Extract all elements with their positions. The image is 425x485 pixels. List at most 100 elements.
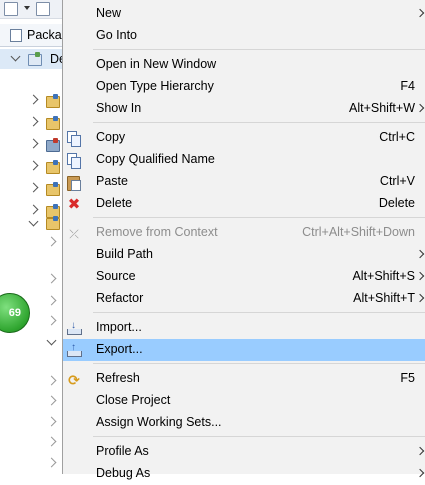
- chevron-down-icon[interactable]: [28, 216, 39, 227]
- menu-item-label: Profile As: [96, 444, 149, 458]
- chevron-right-icon[interactable]: [28, 160, 39, 171]
- dropdown-arrow-icon[interactable]: [24, 6, 30, 10]
- tree-row[interactable]: [0, 372, 66, 392]
- menu-separator: [93, 312, 425, 313]
- menu-item-remove-from-context: ⤫ Remove from Context Ctrl+Alt+Shift+Dow…: [63, 222, 425, 244]
- tree-row-selected[interactable]: De: [0, 49, 66, 69]
- library-icon: [46, 138, 60, 152]
- menu-item-show-in[interactable]: Show In Alt+Shift+W: [63, 98, 425, 120]
- remove-from-context-icon: ⤫: [69, 227, 79, 241]
- new-file-icon[interactable]: [4, 2, 18, 16]
- menu-item-label: Copy: [96, 130, 126, 144]
- tree-row[interactable]: [0, 332, 66, 352]
- menu-item-label: Close Project: [96, 393, 171, 407]
- tree-row[interactable]: [0, 213, 66, 233]
- menu-separator: [93, 49, 425, 50]
- menu-item-label: Refresh: [96, 371, 140, 385]
- submenu-arrow-icon: [415, 446, 425, 456]
- menu-item-copy-qualified-name[interactable]: Copy Qualified Name: [63, 149, 425, 171]
- chevron-right-icon[interactable]: [28, 138, 39, 149]
- submenu-arrow-icon: [415, 8, 425, 18]
- menu-item-shortcut: Ctrl+C: [379, 130, 415, 144]
- menu-item-label: Assign Working Sets...: [96, 415, 222, 429]
- chevron-right-icon[interactable]: [46, 273, 57, 284]
- chevron-right-icon[interactable]: [46, 416, 57, 427]
- menu-item-refresh[interactable]: ⟳ Refresh F5: [63, 368, 425, 390]
- tree-row[interactable]: [0, 233, 66, 253]
- menu-item-shortcut: Alt+Shift+W: [349, 101, 415, 115]
- tree-row[interactable]: [0, 392, 66, 412]
- package-explorer: Packa De 69: [0, 0, 66, 474]
- chevron-right-icon[interactable]: [46, 375, 57, 386]
- chevron-right-icon[interactable]: [46, 457, 57, 468]
- tree-row[interactable]: [0, 157, 66, 177]
- menu-item-shortcut: Ctrl+Alt+Shift+Down: [302, 225, 415, 239]
- menu-item-open-in-new-window[interactable]: Open in New Window: [63, 54, 425, 76]
- menu-item-assign-working-sets[interactable]: Assign Working Sets...: [63, 412, 425, 434]
- submenu-arrow-icon: [415, 103, 425, 113]
- menu-item-import[interactable]: ↓ Import...: [63, 317, 425, 339]
- menu-item-shortcut: Delete: [378, 196, 415, 210]
- menu-item-label: Go Into: [96, 28, 137, 42]
- chevron-right-icon[interactable]: [46, 295, 57, 306]
- menu-item-paste[interactable]: Paste Ctrl+V: [63, 171, 425, 193]
- menu-item-shortcut: F4: [400, 79, 415, 93]
- menu-item-label: Delete: [96, 196, 133, 210]
- paste-icon: [66, 175, 82, 191]
- tree-row[interactable]: [0, 135, 66, 155]
- delete-icon: ✖: [67, 196, 81, 213]
- package-icon: [46, 160, 60, 174]
- tree-row[interactable]: [0, 433, 66, 453]
- menu-item-debug-as[interactable]: Debug As: [63, 463, 425, 485]
- package-icon: [46, 216, 60, 230]
- submenu-arrow-icon: [415, 293, 425, 303]
- menu-item-build-path[interactable]: Build Path: [63, 244, 425, 266]
- menu-item-profile-as[interactable]: Profile As: [63, 441, 425, 463]
- menu-item-label: Source: [96, 269, 136, 283]
- tab-package-explorer[interactable]: Packa: [0, 24, 66, 47]
- tree-row[interactable]: [0, 454, 66, 474]
- menu-item-label: Export...: [96, 342, 143, 356]
- tab-label: Packa: [27, 28, 62, 42]
- menu-item-label: Refactor: [96, 291, 144, 305]
- chevron-right-icon[interactable]: [28, 116, 39, 127]
- menu-item-label: Open in New Window: [96, 57, 217, 71]
- menu-item-shortcut: Ctrl+V: [379, 174, 415, 188]
- refresh-icon: ⟳: [68, 372, 80, 388]
- copy-qualified-name-icon: [66, 153, 82, 169]
- tree-row[interactable]: [0, 413, 66, 433]
- menu-item-open-type-hierarchy[interactable]: Open Type Hierarchy F4: [63, 76, 425, 98]
- package-icon: [46, 182, 60, 196]
- tree-row[interactable]: [0, 179, 66, 199]
- tree-row[interactable]: [0, 91, 66, 111]
- chevron-down-icon[interactable]: [10, 51, 21, 62]
- menu-item-go-into[interactable]: Go Into: [63, 25, 425, 47]
- chevron-down-icon[interactable]: [46, 335, 57, 346]
- chevron-right-icon[interactable]: [28, 182, 39, 193]
- explorer-toolbar: [0, 0, 66, 19]
- tree-row[interactable]: [0, 113, 66, 133]
- menu-item-refactor[interactable]: Refactor Alt+Shift+T: [63, 288, 425, 310]
- menu-item-label: Debug As: [96, 466, 151, 480]
- chevron-right-icon[interactable]: [46, 315, 57, 326]
- menu-item-source[interactable]: Source Alt+Shift+S: [63, 266, 425, 288]
- menu-item-export[interactable]: ↑ Export...: [63, 339, 425, 361]
- menu-item-label: New: [96, 6, 122, 20]
- menu-item-copy[interactable]: Copy Ctrl+C: [63, 127, 425, 149]
- chevron-right-icon[interactable]: [46, 395, 57, 406]
- chevron-right-icon[interactable]: [46, 236, 57, 247]
- package-icon: [46, 94, 60, 108]
- menu-item-delete[interactable]: ✖ Delete Delete: [63, 193, 425, 215]
- menu-item-close-project[interactable]: Close Project: [63, 390, 425, 412]
- chevron-right-icon[interactable]: [46, 436, 57, 447]
- chevron-right-icon[interactable]: [28, 94, 39, 105]
- copy-icon: [66, 131, 82, 147]
- project-icon: [28, 52, 42, 66]
- menu-item-new[interactable]: New: [63, 3, 425, 25]
- submenu-arrow-icon: [415, 271, 425, 281]
- save-icon[interactable]: [36, 2, 50, 16]
- tree-row[interactable]: [0, 270, 66, 290]
- menu-item-label: Copy Qualified Name: [96, 152, 215, 166]
- menu-separator: [93, 217, 425, 218]
- menu-separator: [93, 363, 425, 364]
